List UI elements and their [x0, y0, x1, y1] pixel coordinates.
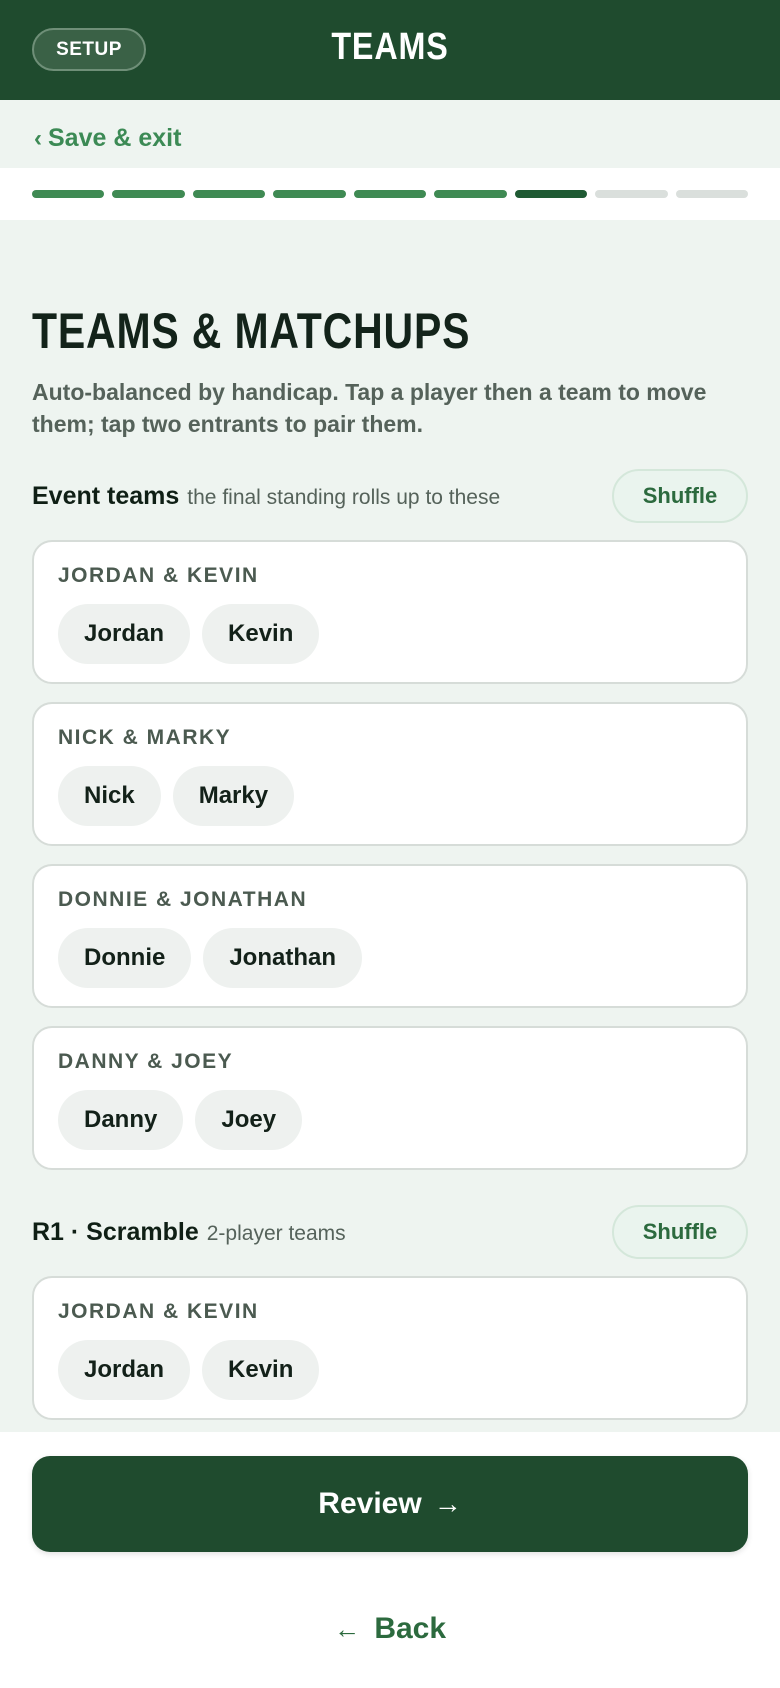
- back-button[interactable]: ← Back: [0, 1612, 780, 1646]
- save-exit-link[interactable]: ‹ Save & exit: [34, 124, 181, 153]
- team-card[interactable]: DONNIE & JONATHAN Donnie Jonathan: [32, 864, 748, 1008]
- team-name: JORDAN & KEVIN: [58, 564, 259, 587]
- progress-segment: [112, 190, 185, 198]
- round1-shuffle-button[interactable]: Shuffle: [612, 1205, 748, 1259]
- step-progress: [0, 168, 780, 220]
- page-title: TEAMS & MATCHUPS: [32, 303, 471, 359]
- player-chip[interactable]: Jordan: [58, 1340, 191, 1400]
- team-name: DONNIE & JONATHAN: [58, 888, 308, 911]
- team-card[interactable]: NICK & MARKY Nick Marky: [32, 702, 748, 846]
- player-chip[interactable]: Kevin: [202, 604, 320, 664]
- arrow-right-icon: →: [433, 1488, 462, 1519]
- page-header-title: TEAMS: [331, 26, 449, 68]
- arrow-left-icon: ←: [333, 1614, 360, 1644]
- player-chip[interactable]: Nick: [58, 766, 161, 826]
- team-card[interactable]: JORDAN & KEVIN Jordan Kevin: [32, 540, 748, 684]
- team-name: JORDAN & KEVIN: [58, 1300, 259, 1323]
- player-chip[interactable]: Jordan: [58, 604, 191, 664]
- progress-segment: [434, 190, 507, 198]
- team-name: DANNY & JOEY: [58, 1050, 234, 1073]
- top-bar: SETUP TEAMS: [0, 0, 780, 100]
- save-exit-label: Save & exit: [48, 124, 182, 152]
- progress-segment: [514, 190, 588, 198]
- player-chip[interactable]: Jonathan: [203, 928, 363, 988]
- progress-segment: [675, 190, 748, 198]
- event-teams-title: Event teams: [32, 481, 180, 510]
- page-description: Auto-balanced by handicap. Tap a player …: [32, 379, 707, 437]
- review-button[interactable]: Review →: [32, 1456, 748, 1552]
- team-name: NICK & MARKY: [58, 726, 232, 749]
- chevron-left-icon: ‹: [34, 124, 42, 152]
- progress-segment: [353, 190, 427, 198]
- progress-segment: [273, 190, 346, 198]
- save-exit-row: ‹ Save & exit: [0, 100, 780, 168]
- event-teams-note: the final standing rolls up to these: [187, 485, 501, 509]
- player-chip[interactable]: Marky: [172, 766, 295, 826]
- review-label: Review: [318, 1487, 422, 1520]
- player-chip[interactable]: Donnie: [58, 928, 192, 988]
- event-teams-shuffle-button[interactable]: Shuffle: [612, 469, 748, 523]
- player-chip[interactable]: Kevin: [202, 1340, 320, 1400]
- round1-note: 2-player teams: [206, 1221, 346, 1245]
- round1-title: R1 · Scramble: [32, 1217, 199, 1246]
- progress-segment: [32, 190, 105, 198]
- bottom-actions: Review → ← Back: [0, 1432, 780, 1688]
- team-card[interactable]: JORDAN & KEVIN Jordan Kevin: [32, 1276, 748, 1420]
- player-chip[interactable]: Danny: [58, 1090, 184, 1150]
- team-card[interactable]: DANNY & JOEY Danny Joey: [32, 1026, 748, 1170]
- event-teams-header: Event teams the final standing rolls up …: [32, 468, 748, 524]
- round1-header: R1 · Scramble 2-player teams Shuffle: [32, 1204, 748, 1260]
- progress-segment: [192, 190, 266, 198]
- progress-segment: [595, 190, 668, 198]
- player-chip[interactable]: Joey: [195, 1090, 303, 1150]
- back-label: Back: [374, 1612, 447, 1645]
